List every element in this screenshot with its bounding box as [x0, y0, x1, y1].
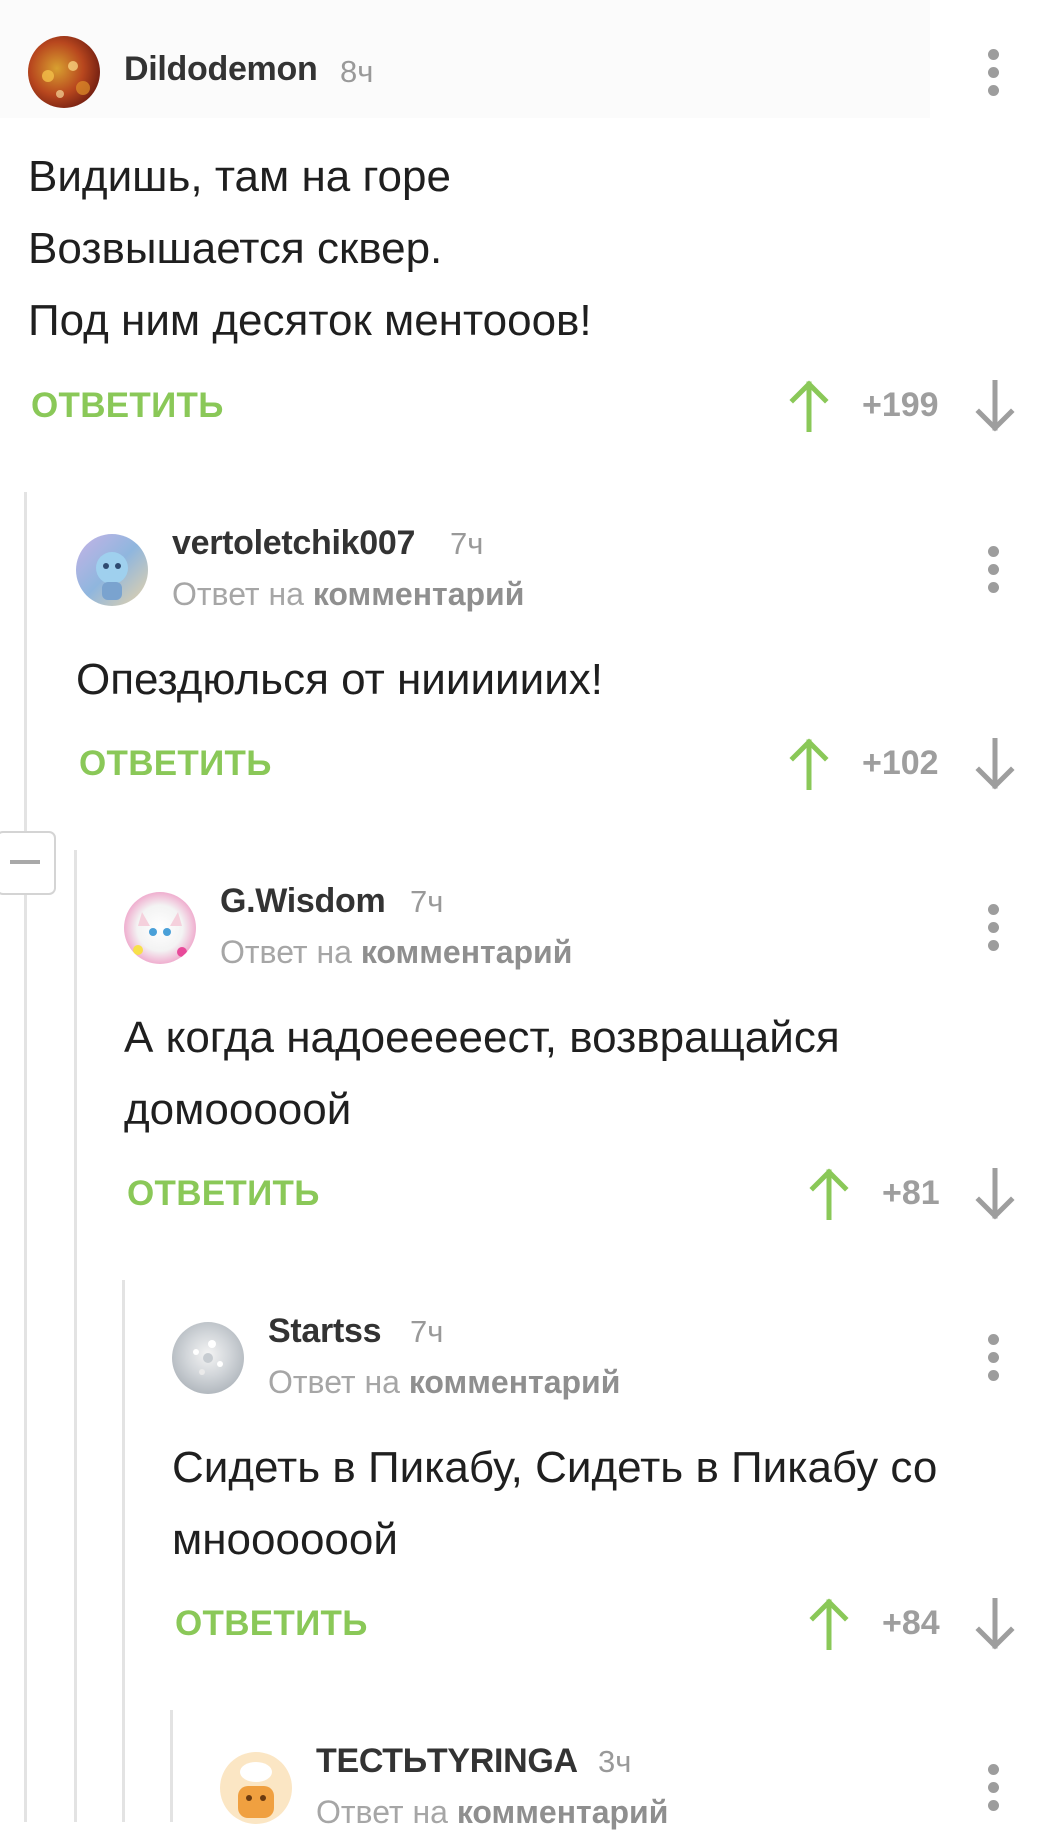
comment-menu-button[interactable]: [986, 546, 1000, 593]
comment-time: 3ч: [598, 1744, 632, 1779]
thread-line-level-2: [74, 850, 77, 1822]
thread-line-level-1: [24, 492, 27, 1822]
reply-button[interactable]: ОТВЕТИТЬ: [127, 1174, 320, 1214]
thread-line-level-4: [170, 1710, 173, 1822]
comment-text-line: Видишь, там на горе: [28, 152, 451, 201]
avatar[interactable]: [172, 1322, 244, 1394]
comment-menu-button[interactable]: [986, 1764, 1000, 1811]
avatar[interactable]: [220, 1752, 292, 1824]
collapse-thread-button[interactable]: [0, 831, 56, 895]
comment-time: 7ч: [450, 526, 484, 561]
comment-text-line: Сидеть в Пикабу, Сидеть в Пикабу со: [172, 1443, 938, 1492]
comment-menu-button[interactable]: [986, 49, 1000, 96]
more-vertical-icon: [987, 546, 999, 557]
comment-menu-button[interactable]: [986, 904, 1000, 951]
arrow-up-icon[interactable]: [808, 1168, 850, 1220]
arrow-up-icon[interactable]: [808, 1598, 850, 1650]
arrow-down-icon[interactable]: [974, 380, 1016, 432]
reply-to-label: Ответ на комментарий: [220, 934, 572, 971]
reply-to-link[interactable]: комментарий: [361, 934, 573, 970]
avatar-image: [133, 912, 187, 957]
comment-score: +199: [862, 386, 939, 424]
more-vertical-icon: [987, 904, 999, 915]
arrow-down-icon[interactable]: [974, 1168, 1016, 1220]
comment-time: 7ч: [410, 884, 444, 919]
comment-score: +81: [882, 1174, 940, 1212]
reply-to-label: Ответ на комментарий: [172, 576, 524, 613]
thread-line-level-3: [122, 1280, 125, 1822]
comment-time: 8ч: [340, 54, 374, 89]
reply-to-prefix: Ответ на: [220, 934, 352, 970]
more-vertical-icon: [987, 49, 999, 60]
comment-menu-button[interactable]: [986, 1334, 1000, 1381]
avatar-image: [96, 552, 128, 600]
avatar-image: [193, 1340, 223, 1375]
arrow-up-icon[interactable]: [788, 380, 830, 432]
reply-to-link[interactable]: комментарий: [457, 1794, 669, 1830]
reply-to-label: Ответ на комментарий: [268, 1364, 620, 1401]
reply-to-prefix: Ответ на: [268, 1364, 400, 1400]
avatar[interactable]: [76, 534, 148, 606]
avatar[interactable]: [124, 892, 196, 964]
reply-to-link[interactable]: комментарий: [313, 576, 525, 612]
comment-text-line: Под ним десяток ментооов!: [28, 296, 592, 345]
comment-text-line: А когда надоееееест, возвращайся: [124, 1013, 840, 1062]
comment-author[interactable]: Dildodemon: [124, 50, 318, 89]
comment-author[interactable]: Startss: [268, 1312, 381, 1351]
comment-text-line: Возвышается сквер.: [28, 224, 443, 273]
avatar-image: [42, 61, 90, 98]
arrow-down-icon[interactable]: [974, 1598, 1016, 1650]
avatar-image: [238, 1762, 274, 1818]
reply-button[interactable]: ОТВЕТИТЬ: [175, 1604, 368, 1644]
comment-text-line: домооооой: [124, 1085, 352, 1134]
comment-text-line: мноооооой: [172, 1515, 398, 1564]
comment-text-line: Опездюлься от ниииииих!: [76, 655, 603, 704]
minus-icon: [10, 860, 40, 864]
comment-author[interactable]: G.Wisdom: [220, 882, 386, 921]
reply-button[interactable]: ОТВЕТИТЬ: [31, 386, 224, 426]
avatar[interactable]: [28, 36, 100, 108]
reply-to-label: Ответ на комментарий: [316, 1794, 668, 1831]
comment-score: +102: [862, 744, 939, 782]
arrow-down-icon[interactable]: [974, 738, 1016, 790]
reply-button[interactable]: ОТВЕТИТЬ: [79, 744, 272, 784]
comment-author[interactable]: vertoletchik007: [172, 524, 415, 563]
comment-time: 7ч: [410, 1314, 444, 1349]
arrow-up-icon[interactable]: [788, 738, 830, 790]
more-vertical-icon: [987, 1334, 999, 1345]
comment-score: +84: [882, 1604, 940, 1642]
comment-author[interactable]: ТЕСТЬTYRINGA: [316, 1742, 578, 1781]
reply-to-link[interactable]: комментарий: [409, 1364, 621, 1400]
more-vertical-icon: [987, 1764, 999, 1775]
reply-to-prefix: Ответ на: [316, 1794, 448, 1830]
reply-to-prefix: Ответ на: [172, 576, 304, 612]
